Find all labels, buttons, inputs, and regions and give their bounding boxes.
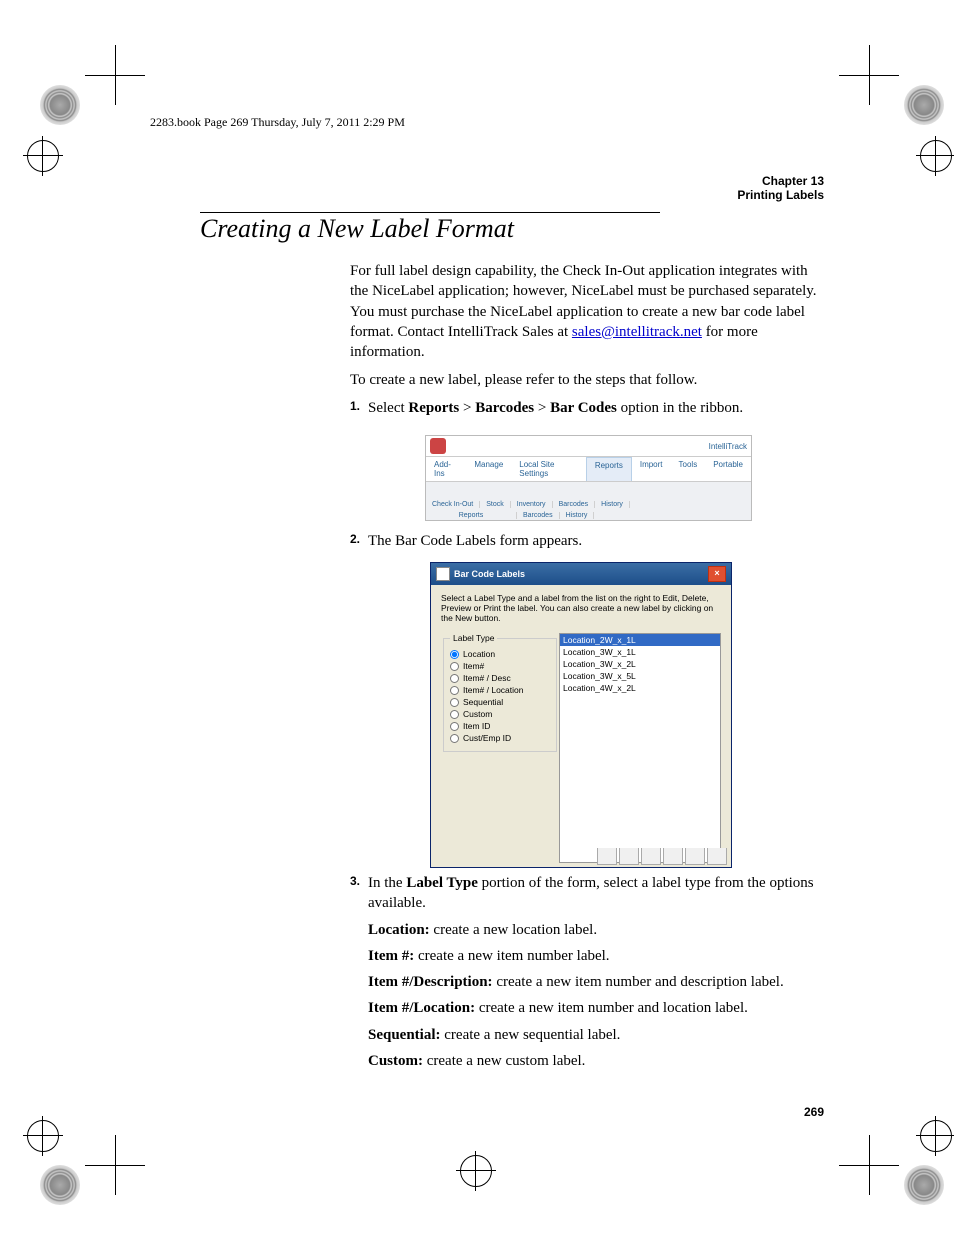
radio-custemp[interactable] — [450, 734, 459, 743]
new-icon[interactable] — [707, 848, 727, 865]
step-2: 2.The Bar Code Labels form appears. — [350, 531, 825, 555]
list-item[interactable]: Location_3W_x_5L — [560, 670, 720, 682]
list-item[interactable]: Location_3W_x_1L — [560, 646, 720, 658]
list-item[interactable]: Location_2W_x_1L — [560, 634, 720, 646]
radio-item[interactable] — [450, 662, 459, 671]
section-title: Creating a New Label Format — [200, 214, 514, 244]
tab-tools[interactable]: Tools — [671, 457, 706, 481]
header-running-line: 2283.book Page 269 Thursday, July 7, 201… — [150, 115, 405, 130]
title-rule — [200, 212, 660, 213]
step-3-and-descriptions: 3.In the Label Type portion of the form,… — [350, 873, 825, 1071]
dialog-instructions: Select a Label Type and a label from the… — [441, 593, 721, 623]
radio-item-desc[interactable] — [450, 674, 459, 683]
radio-sequential[interactable] — [450, 698, 459, 707]
radio-location[interactable] — [450, 650, 459, 659]
label-type-group: Label Type Location Item# Item# / Desc I… — [443, 633, 557, 752]
radio-itemid[interactable] — [450, 722, 459, 731]
chapter-title: Printing Labels — [737, 188, 824, 202]
tab-portable[interactable]: Portable — [705, 457, 751, 481]
list-item[interactable]: Location_4W_x_2L — [560, 682, 720, 694]
dialog-icon — [436, 567, 450, 581]
app-logo-icon — [430, 438, 446, 454]
sales-email-link[interactable]: sales@intellitrack.net — [572, 324, 702, 340]
dialog-titlebar: Bar Code Labels × — [431, 563, 731, 585]
delete-icon[interactable] — [641, 848, 661, 865]
nav-first-icon[interactable] — [597, 848, 617, 865]
lead-in-paragraph: To create a new label, please refer to t… — [350, 370, 825, 390]
close-icon[interactable]: × — [708, 566, 726, 582]
label-list[interactable]: Location_2W_x_1L Location_3W_x_1L Locati… — [559, 633, 721, 863]
page-number: 269 — [804, 1105, 824, 1119]
dialog-toolbar — [597, 848, 727, 865]
nav-last-icon[interactable] — [685, 848, 705, 865]
radio-custom[interactable] — [450, 710, 459, 719]
radio-item-loc[interactable] — [450, 686, 459, 695]
nav-prev-icon[interactable] — [619, 848, 639, 865]
tab-import[interactable]: Import — [632, 457, 671, 481]
step-1: 1.Select Reports > Barcodes > Bar Codes … — [350, 398, 825, 422]
barcode-labels-dialog: Bar Code Labels × Select a Label Type an… — [430, 562, 732, 868]
ribbon-screenshot: IntelliTrack Add-Ins Manage Local Site S… — [425, 435, 752, 521]
nav-next-icon[interactable] — [663, 848, 683, 865]
brand-label: IntelliTrack — [709, 442, 747, 451]
chapter-number: Chapter 13 — [737, 174, 824, 188]
list-item[interactable]: Location_3W_x_2L — [560, 658, 720, 670]
chapter-header: Chapter 13 Printing Labels — [737, 174, 824, 202]
intro-paragraph: For full label design capability, the Ch… — [350, 261, 825, 362]
group-history[interactable]: History — [595, 501, 630, 508]
